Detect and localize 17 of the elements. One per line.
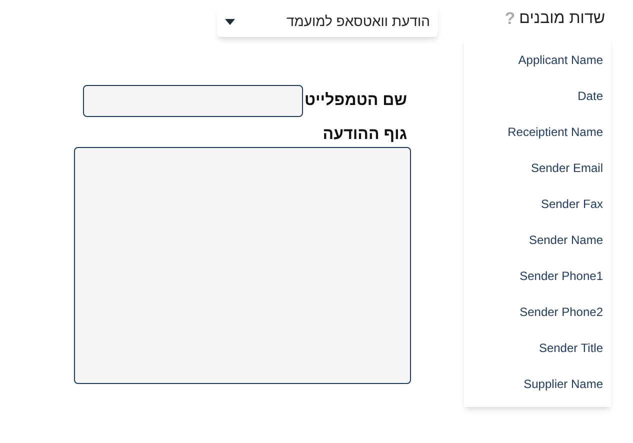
message-body-label: גוף ההודעה <box>322 125 407 145</box>
field-item[interactable]: Sender Email <box>530 159 603 177</box>
field-item[interactable]: Sender Name <box>528 231 603 249</box>
template-name-label: שם הטמפלייט <box>304 91 407 111</box>
field-item[interactable]: Sender Title <box>538 339 603 357</box>
caret-icon <box>225 18 235 24</box>
template-name-field[interactable] <box>83 85 303 117</box>
field-item[interactable]: Date <box>578 87 603 105</box>
field-item[interactable]: Receiptient Name <box>508 123 603 141</box>
field-item[interactable]: Supplier Name <box>524 375 603 393</box>
builtin-fields-title: שדות מובנים <box>519 8 605 28</box>
field-item[interactable]: Sender Phone1 <box>520 267 603 285</box>
field-item[interactable]: Sender Fax <box>540 195 603 213</box>
message-body-field[interactable] <box>74 147 411 384</box>
field-item[interactable]: Sender Phone2 <box>520 303 603 321</box>
message-type-dropdown[interactable]: הודעת וואטסאפ למועמד <box>217 6 438 37</box>
field-item[interactable]: Applicant Name <box>518 51 603 69</box>
